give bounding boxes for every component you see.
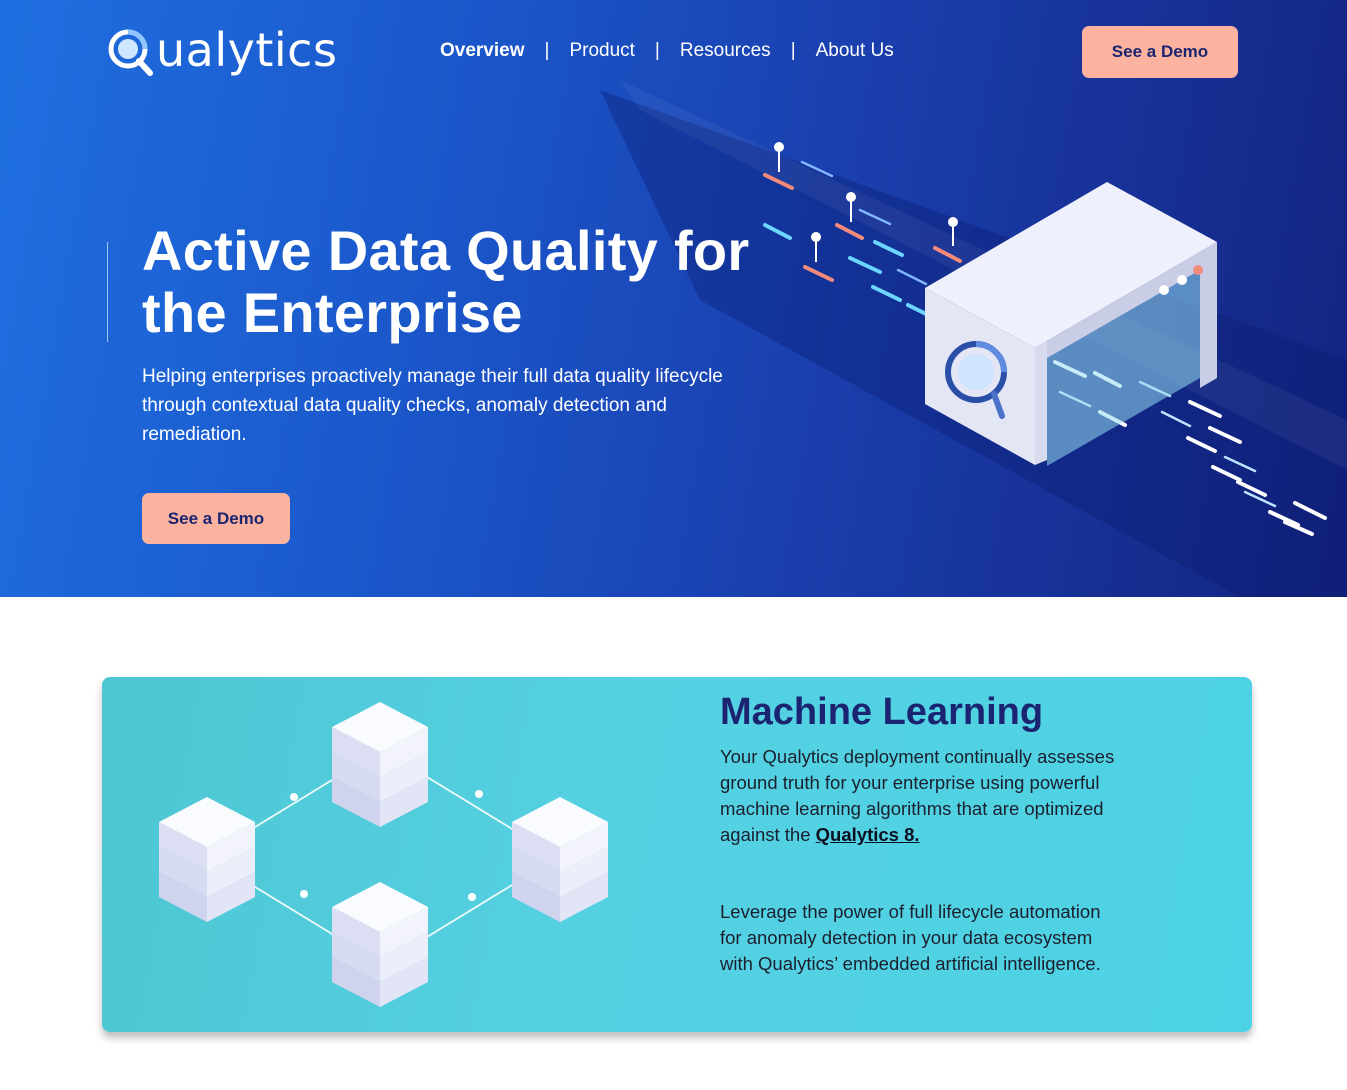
- see-a-demo-header-button[interactable]: See a Demo: [1082, 26, 1238, 78]
- data-scanner-illustration: [763, 142, 1327, 536]
- nav-separator: |: [654, 40, 660, 61]
- database-stack-right: [512, 797, 608, 922]
- nav-separator: |: [790, 40, 796, 61]
- database-stack-left: [159, 797, 255, 922]
- database-stack-bottom: [332, 882, 428, 1007]
- hero-title: Active Data Quality for the Enterprise: [142, 219, 750, 344]
- database-network-illustration: [159, 702, 608, 1007]
- nav-separator: |: [544, 40, 550, 61]
- feature-title: Machine Learning: [720, 691, 1044, 733]
- hero-divider: [107, 242, 108, 342]
- nav-product[interactable]: Product: [569, 38, 634, 64]
- feature-paragraph-2: Leverage the power of full lifecycle aut…: [720, 901, 1101, 974]
- scanner-box: [925, 182, 1217, 466]
- nav-overview[interactable]: Overview: [440, 38, 525, 64]
- main-nav: Overview | Product | Resources | About U…: [440, 38, 894, 64]
- feature-paragraph-1: Your Qualytics deployment continually as…: [720, 744, 1120, 848]
- logo-text: ualytics: [156, 23, 338, 77]
- qualytics-8-link[interactable]: Qualytics 8.: [816, 824, 920, 845]
- magnifier-q-icon: [108, 29, 153, 76]
- database-stack-top: [332, 702, 428, 827]
- nav-resources[interactable]: Resources: [680, 38, 771, 64]
- see-a-demo-hero-button[interactable]: See a Demo: [142, 493, 290, 544]
- hero-subtitle: Helping enterprises proactively manage t…: [142, 366, 723, 445]
- qualytics-logo[interactable]: ualytics: [106, 22, 337, 78]
- machine-learning-card: Machine Learning Your Qualytics deployme…: [102, 677, 1252, 1032]
- hero-section: ualytics Overview | Product | Resources …: [0, 0, 1347, 597]
- nav-about-us[interactable]: About Us: [816, 38, 894, 64]
